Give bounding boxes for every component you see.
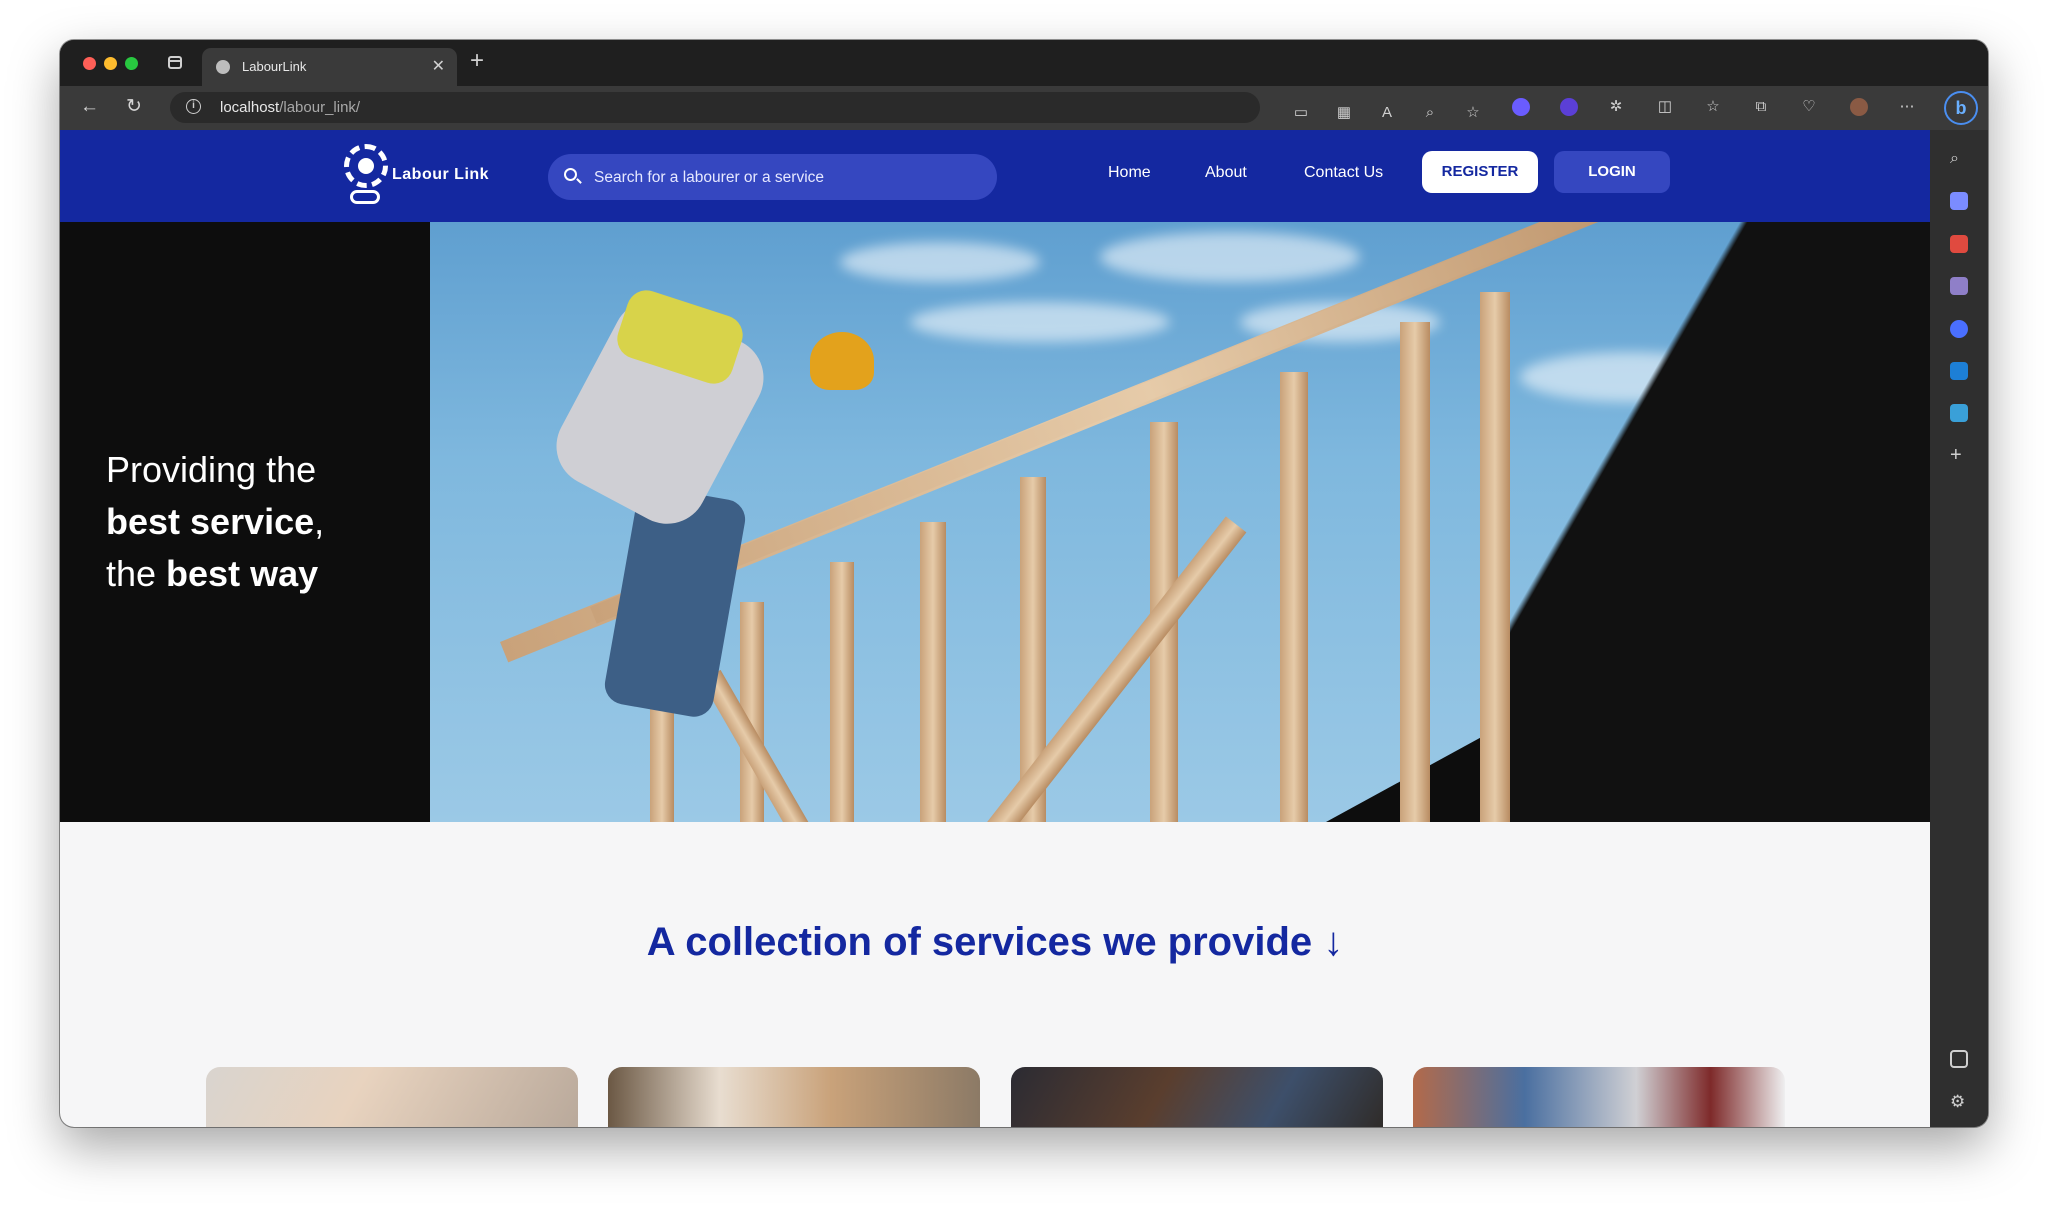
copilot-icon[interactable]: b: [1944, 91, 1978, 125]
logo-chain-icon: [350, 190, 380, 204]
apps-icon[interactable]: ▦: [1335, 104, 1353, 122]
cloud-shape: [840, 242, 1040, 282]
hero-banner: Providing the best service, the best way: [60, 222, 1930, 822]
favorite-star-icon[interactable]: ☆: [1464, 104, 1482, 122]
new-tab-button[interactable]: +: [470, 49, 484, 73]
minimize-window-button[interactable]: [104, 57, 117, 70]
zoom-icon[interactable]: ⌕: [1421, 104, 1439, 122]
close-tab-icon[interactable]: ✕: [432, 56, 445, 76]
extensions-puzzle-icon[interactable]: ✲: [1607, 98, 1625, 116]
hero-shadow-right: [1510, 222, 1930, 822]
search-input[interactable]: [592, 154, 986, 202]
back-icon[interactable]: ←: [80, 95, 99, 119]
sidebar-drop-icon[interactable]: [1950, 404, 1968, 422]
hero-tagline: Providing the best service, the best way: [106, 444, 324, 600]
nav-contact-us[interactable]: Contact Us: [1304, 164, 1383, 182]
favicon-icon: [216, 60, 230, 74]
web-page: Labour Link Home About Contact Us REGIST…: [60, 130, 1930, 1127]
service-card-carpentry[interactable]: [608, 1067, 980, 1127]
service-card-plumbing[interactable]: [206, 1067, 578, 1127]
reader-view-icon[interactable]: ▭: [1292, 104, 1310, 122]
browser-window: LabourLink ✕ + ← ↻ i localhost/labour_li…: [60, 40, 1988, 1127]
search-icon: [564, 168, 577, 181]
sidebar-copilot-icon[interactable]: [1950, 320, 1968, 338]
url-text[interactable]: localhost/labour_link/: [220, 99, 360, 116]
read-aloud-icon[interactable]: A: [1378, 104, 1396, 122]
favorites-icon[interactable]: ☆: [1704, 98, 1722, 116]
extension-icon[interactable]: [1512, 98, 1530, 116]
site-info-icon[interactable]: i: [186, 99, 201, 114]
sidebar-shopping-icon[interactable]: [1950, 192, 1968, 210]
service-card-electrical[interactable]: [1011, 1067, 1383, 1127]
hero-line-3: the best way: [106, 553, 319, 594]
performance-icon[interactable]: ♡: [1800, 98, 1818, 116]
sidebar-add-icon[interactable]: +: [1950, 445, 1968, 465]
service-card-painting[interactable]: [1413, 1067, 1785, 1127]
nav-about[interactable]: About: [1205, 164, 1247, 182]
login-button[interactable]: LOGIN: [1554, 151, 1670, 193]
reload-icon[interactable]: ↻: [126, 95, 142, 119]
services-heading: A collection of services we provide ↓: [646, 920, 1344, 964]
maximize-window-button[interactable]: [125, 57, 138, 70]
stud: [1400, 322, 1430, 822]
cloud-shape: [910, 302, 1170, 342]
tab-title: LabourLink: [242, 59, 307, 74]
split-screen-icon[interactable]: ◫: [1656, 98, 1674, 116]
register-button[interactable]: REGISTER: [1422, 151, 1538, 193]
logo-text: Labour Link: [392, 166, 490, 183]
site-header: Labour Link Home About Contact Us REGIST…: [60, 130, 1930, 222]
profile-avatar[interactable]: [1850, 98, 1868, 116]
worker-hard-hat: [810, 332, 874, 390]
sidebar-outlook-icon[interactable]: [1950, 362, 1968, 380]
more-menu-icon[interactable]: ⋯: [1898, 98, 1916, 116]
sidebar-games-icon[interactable]: [1950, 277, 1968, 295]
address-bar[interactable]: i localhost/labour_link/ ▭ ▦ A ⌕ ☆: [170, 92, 1480, 123]
nav-home[interactable]: Home: [1108, 164, 1151, 182]
tab-labourlink[interactable]: LabourLink ✕: [202, 48, 457, 86]
logo-gear-icon: [344, 144, 388, 188]
sidebar-hide-icon[interactable]: [1950, 1050, 1968, 1068]
stud: [1280, 372, 1308, 822]
hero-line-2: best service,: [106, 501, 325, 542]
labour-link-logo[interactable]: Labour Link: [344, 144, 504, 208]
collections-icon[interactable]: ⧉: [1752, 98, 1770, 116]
sidebar-settings-gear-icon[interactable]: ⚙: [1950, 1092, 1968, 1111]
search-bar[interactable]: [548, 154, 997, 202]
sidebar-search-icon[interactable]: ⌕: [1950, 150, 1968, 168]
address-toolbar: ← ↻ i localhost/labour_link/ ▭ ▦ A ⌕ ☆ ✲…: [60, 86, 1988, 130]
cloud-shape: [1100, 232, 1360, 282]
close-window-button[interactable]: [83, 57, 96, 70]
sidebar-tools-icon[interactable]: [1950, 235, 1968, 253]
hero-line-1: Providing the: [106, 449, 317, 490]
tab-bar: LabourLink ✕ +: [60, 40, 1988, 86]
stud: [920, 522, 946, 822]
tab-actions-icon[interactable]: [168, 56, 182, 69]
stud: [1480, 292, 1510, 822]
download-extension-icon[interactable]: [1560, 98, 1578, 116]
stud: [830, 562, 854, 822]
edge-sidebar: ⌕ + ⚙: [1929, 130, 1988, 1127]
